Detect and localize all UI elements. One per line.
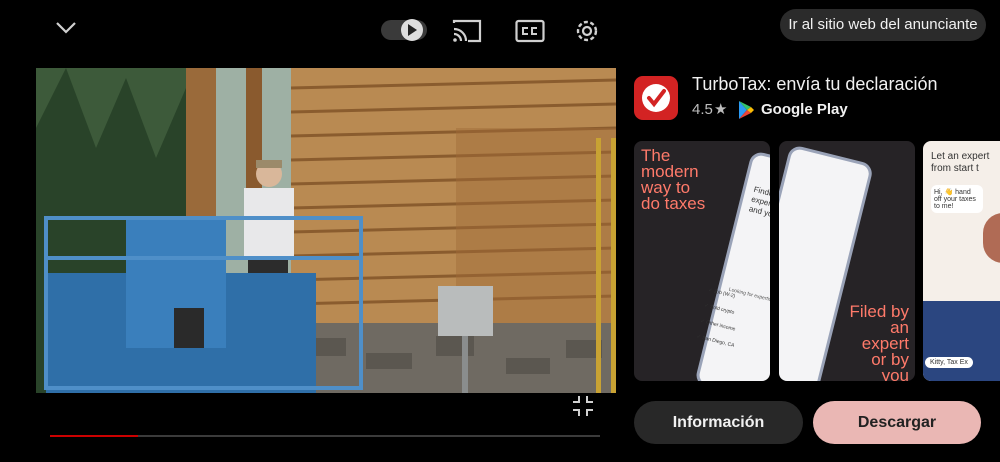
screenshot-headline: The modern way to do taxes (641, 147, 706, 213)
cast-icon[interactable] (450, 16, 484, 46)
captions-icon[interactable] (513, 16, 547, 46)
video-scene-illustration (36, 68, 616, 393)
download-button[interactable]: Descargar (813, 401, 981, 444)
phone-heading: Finding the right expert for you and you… (747, 184, 770, 226)
expert-caption: Kitty, Tax Ex (925, 357, 973, 368)
app-screenshot-1[interactable]: The modern way to do taxes Finding the r… (634, 141, 770, 381)
video-progress-fill (50, 435, 138, 437)
checklist-label: Sold crypto (709, 304, 735, 316)
autoplay-toggle[interactable] (380, 16, 428, 44)
turbotax-app-icon[interactable] (634, 76, 678, 120)
video-progress-bar[interactable] (50, 435, 600, 437)
app-title[interactable]: TurboTax: envía tu declaración (692, 74, 937, 95)
settings-gear-icon[interactable] (570, 14, 604, 48)
checklist-label: Other income (705, 319, 736, 333)
person-head (983, 213, 1000, 263)
screenshot-tagline: Filed by an expert or by you (843, 303, 909, 381)
star-icon: ★ (714, 101, 728, 118)
screenshot-headline: Let an expert from start t (931, 151, 990, 174)
visit-advertiser-button[interactable]: Ir al sitio web del anunciante (780, 9, 986, 41)
video-frame[interactable] (36, 68, 616, 393)
app-rating: 4.5 (692, 101, 713, 118)
chat-bubble: Hi, 👋 hand off your taxes to me! (931, 185, 983, 213)
store-name: Google Play (761, 101, 848, 118)
collapse-chevron-icon[interactable] (50, 14, 82, 42)
headline-line: do taxes (641, 194, 706, 213)
checklist-label: Job (W-2) (713, 288, 736, 300)
person-illustration (923, 301, 1000, 381)
tagline-line: an expert (861, 318, 909, 353)
checklist-label: San Diego, CA (701, 335, 736, 349)
exit-fullscreen-icon[interactable] (570, 393, 596, 419)
tagline-line: or by you (871, 350, 909, 381)
google-play-icon (736, 100, 756, 120)
info-button[interactable]: Información (634, 401, 803, 444)
app-screenshot-3[interactable]: Let an expert from start t Hi, 👋 hand of… (923, 141, 1000, 381)
app-screenshot-2[interactable]: Filed by an expert or by you (779, 141, 915, 381)
